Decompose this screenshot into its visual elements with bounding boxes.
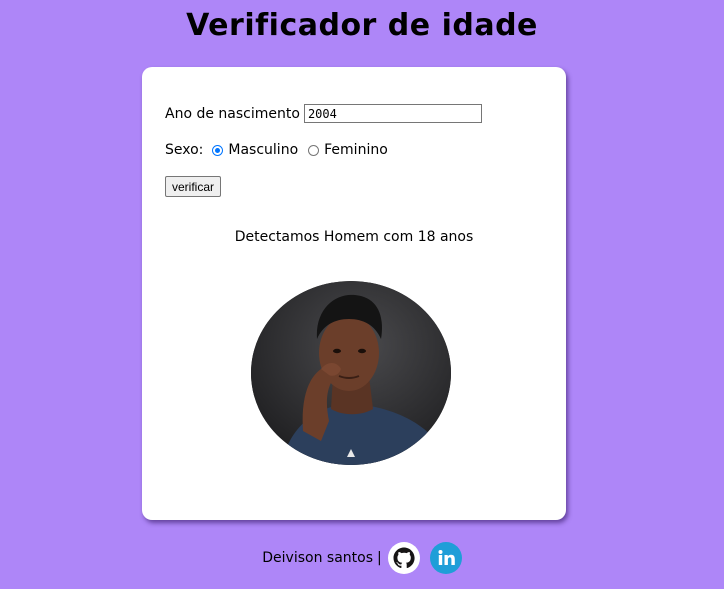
footer: Deivison santos | [0, 540, 724, 576]
verifier-card: Ano de nascimento Sexo: Masculino Femini… [142, 67, 566, 520]
radio-masculino-label[interactable]: Masculino [228, 142, 298, 158]
page-title: Verificador de idade [186, 8, 538, 43]
radio-feminino-label[interactable]: Feminino [324, 142, 388, 158]
radio-feminino[interactable] [308, 144, 320, 156]
github-icon[interactable] [387, 542, 420, 574]
portrait-image [251, 281, 451, 465]
author-name: Deivison santos [262, 550, 374, 566]
footer-separator: | [377, 550, 382, 566]
year-row: Ano de nascimento [165, 104, 482, 123]
result-text: Detectamos Homem com 18 anos [234, 229, 474, 245]
sex-label: Sexo: [165, 142, 204, 158]
year-label: Ano de nascimento [165, 105, 300, 122]
verify-button[interactable]: verificar [165, 176, 222, 197]
radio-masculino[interactable] [212, 144, 224, 156]
sex-row: Sexo: Masculino Feminino [165, 142, 388, 158]
result-photo [251, 281, 451, 465]
birth-year-input[interactable] [303, 104, 482, 123]
linkedin-icon[interactable] [429, 542, 462, 574]
